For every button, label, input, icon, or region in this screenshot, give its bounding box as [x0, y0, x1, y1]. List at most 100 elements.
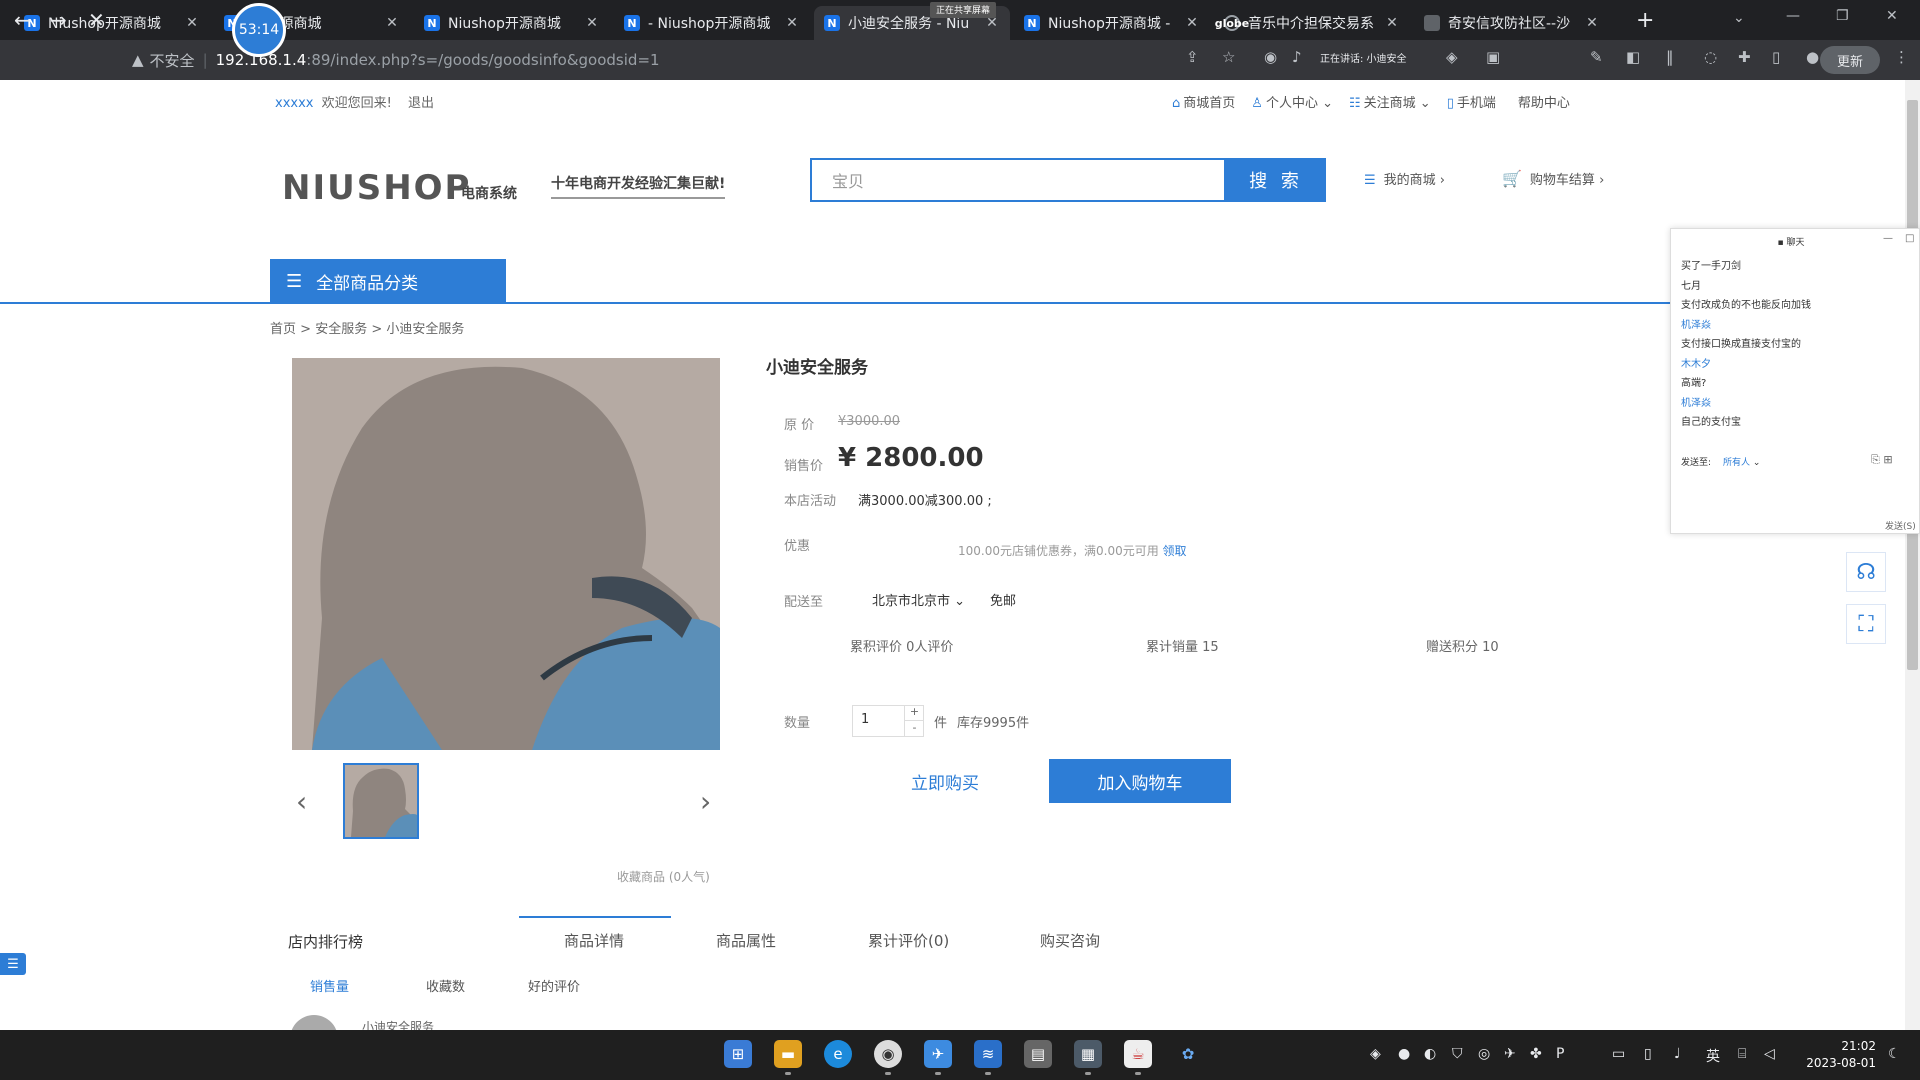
- tab-search-icon[interactable]: ⌄: [1733, 10, 1745, 26]
- extension-icon[interactable]: ◉: [1264, 48, 1277, 66]
- browser-tab[interactable]: N - Niushop开源商城 ✕: [614, 6, 810, 40]
- left-float-menu-icon[interactable]: ☰: [0, 953, 26, 975]
- close-tab-icon[interactable]: ✕: [1384, 15, 1400, 31]
- qty-increase-icon[interactable]: +: [904, 705, 924, 721]
- app-icon[interactable]: ≋: [974, 1040, 1002, 1068]
- search-input[interactable]: 宝贝: [810, 158, 1226, 202]
- tab-attributes[interactable]: 商品属性: [716, 930, 776, 951]
- collect-product-link[interactable]: 收藏商品 (0人气): [617, 868, 710, 885]
- battery-icon[interactable]: ▯: [1644, 1046, 1652, 1062]
- bookmark-star-icon[interactable]: ☆: [1222, 48, 1235, 66]
- file-icon[interactable]: ⎘: [1871, 453, 1880, 466]
- extension-icon[interactable]: ◧: [1626, 48, 1640, 66]
- top-link-home[interactable]: ⌂ 商城首页: [1172, 92, 1235, 111]
- chat-minimize-icon[interactable]: —: [1883, 233, 1893, 244]
- app-icon[interactable]: ✿: [1174, 1040, 1202, 1068]
- screenshot-icon[interactable]: ⊞: [1883, 453, 1892, 466]
- search-button[interactable]: 搜 索: [1226, 158, 1326, 202]
- top-link-mobile[interactable]: ▯ 手机端: [1447, 92, 1496, 111]
- close-window-icon[interactable]: ✕: [1886, 8, 1898, 24]
- minimize-icon[interactable]: —: [1786, 8, 1800, 24]
- browser-tab[interactable]: N Niushop开源商城 - ✕: [1014, 6, 1210, 40]
- send-button[interactable]: 发送(S): [1885, 519, 1916, 532]
- browser-tab[interactable]: N Niushop开源商城 ✕: [14, 6, 210, 40]
- browser-tab[interactable]: globe 音乐中介担保交易系 ✕: [1214, 6, 1410, 40]
- mic-icon[interactable]: ♩: [1674, 1046, 1681, 1062]
- username-link[interactable]: xxxxx: [275, 96, 313, 111]
- my-shop-link[interactable]: ☰ 我的商城 ›: [1364, 169, 1445, 188]
- top-link-follow[interactable]: ☷ 关注商城 ⌄: [1349, 92, 1431, 111]
- product-main-image[interactable]: [292, 358, 720, 750]
- top-link-member[interactable]: ♙ 个人中心 ⌄: [1251, 92, 1333, 111]
- chat-maximize-icon[interactable]: □: [1905, 233, 1914, 244]
- rank-tab-review[interactable]: 好的评价: [528, 976, 580, 995]
- app-icon[interactable]: ▦: [1074, 1040, 1102, 1068]
- send-to-selector[interactable]: 发送至: 所有人 ⌄: [1681, 455, 1760, 468]
- customer-service-icon[interactable]: ☊: [1846, 552, 1886, 592]
- share-icon[interactable]: ⇪: [1186, 48, 1199, 66]
- chrome-icon[interactable]: ◉: [874, 1040, 902, 1068]
- rank-tab-sales[interactable]: 销售量: [310, 976, 349, 995]
- shield-icon[interactable]: ⛉: [1452, 1046, 1463, 1062]
- java-icon[interactable]: ☕: [1124, 1040, 1152, 1068]
- app-icon[interactable]: ▤: [1024, 1040, 1052, 1068]
- close-tab-icon[interactable]: ✕: [184, 15, 200, 31]
- extension-icon[interactable]: ◈: [1446, 48, 1458, 66]
- file-explorer-icon[interactable]: ▬: [774, 1040, 802, 1068]
- forward-icon[interactable]: →: [50, 8, 67, 32]
- close-tab-icon[interactable]: ✕: [384, 15, 400, 31]
- network-icon[interactable]: ⌸: [1738, 1046, 1746, 1062]
- back-icon[interactable]: ←: [14, 8, 31, 32]
- tray-app-icon[interactable]: ◈: [1370, 1046, 1381, 1062]
- extension-icon[interactable]: ‖: [1666, 48, 1674, 66]
- close-tab-icon[interactable]: ✕: [1584, 15, 1600, 31]
- close-tab-icon[interactable]: ✕: [784, 15, 800, 31]
- top-link-help[interactable]: 帮助中心: [1518, 92, 1570, 111]
- cart-link[interactable]: 🛒 购物车结算 ›: [1502, 169, 1604, 188]
- start-icon[interactable]: ⊞: [724, 1040, 752, 1068]
- breadcrumb-item[interactable]: 安全服务: [315, 322, 367, 337]
- quantity-value[interactable]: 1: [861, 712, 869, 727]
- system-clock[interactable]: 21:02 2023-08-01: [1806, 1038, 1876, 1072]
- extension-icon[interactable]: ◌: [1704, 48, 1717, 66]
- tray-app-icon[interactable]: P: [1556, 1046, 1564, 1062]
- tab-detail[interactable]: 商品详情: [564, 930, 624, 951]
- rank-tab-collect[interactable]: 收藏数: [426, 976, 465, 995]
- tray-app-icon[interactable]: ●: [1398, 1046, 1410, 1062]
- restore-icon[interactable]: ❐: [1836, 8, 1849, 24]
- logout-link[interactable]: 退出: [408, 96, 434, 111]
- close-tab-icon[interactable]: ✕: [1184, 15, 1200, 31]
- browser-tab[interactable]: 奇安信攻防社区--沙 ✕: [1414, 6, 1610, 40]
- update-button[interactable]: 更新: [1820, 46, 1880, 74]
- address-bar[interactable]: ▲ 不安全 | 192.168.1.4 :89/index.php?s=/goo…: [132, 46, 660, 74]
- tray-app-icon[interactable]: ◐: [1424, 1046, 1436, 1062]
- extension-icon[interactable]: ✎: [1590, 48, 1603, 66]
- stop-loading-icon[interactable]: ✕: [88, 8, 105, 32]
- profile-icon[interactable]: ●: [1806, 48, 1819, 66]
- claim-coupon-link[interactable]: 领取: [1163, 544, 1187, 558]
- side-panel-icon[interactable]: ▯: [1772, 48, 1780, 66]
- add-to-cart-button[interactable]: 加入购物车: [1049, 759, 1231, 803]
- qty-decrease-icon[interactable]: -: [904, 721, 924, 737]
- browser-tab[interactable]: N Niushop开源商城 ✕: [414, 6, 610, 40]
- breadcrumb-item[interactable]: 小迪安全服务: [386, 322, 464, 337]
- scan-icon[interactable]: ⛶: [1846, 604, 1886, 644]
- tray-app-icon[interactable]: ✈: [1504, 1046, 1516, 1062]
- tab-consult[interactable]: 购买咨询: [1040, 930, 1100, 951]
- tray-app-icon[interactable]: ◎: [1478, 1046, 1490, 1062]
- tray-app-icon[interactable]: ✤: [1530, 1046, 1542, 1062]
- product-thumbnail[interactable]: [343, 763, 419, 839]
- next-image-arrow[interactable]: ›: [700, 785, 711, 818]
- menu-icon[interactable]: ⋮: [1894, 48, 1909, 66]
- breadcrumb-item[interactable]: 首页: [270, 322, 296, 337]
- site-logo[interactable]: NIUSHOP: [282, 168, 471, 208]
- region-selector[interactable]: 北京市北京市 ⌄: [872, 590, 965, 609]
- close-tab-icon[interactable]: ✕: [584, 15, 600, 31]
- notification-icon[interactable]: ☾: [1888, 1046, 1901, 1062]
- volume-icon[interactable]: ◁: [1764, 1046, 1775, 1062]
- tab-reviews[interactable]: 累计评价(0): [868, 930, 949, 951]
- puzzle-icon[interactable]: ✚: [1738, 48, 1751, 66]
- extension-icon[interactable]: ▣: [1486, 48, 1500, 66]
- edge-icon[interactable]: e: [824, 1040, 852, 1068]
- buy-now-button[interactable]: 立即购买: [885, 759, 1005, 803]
